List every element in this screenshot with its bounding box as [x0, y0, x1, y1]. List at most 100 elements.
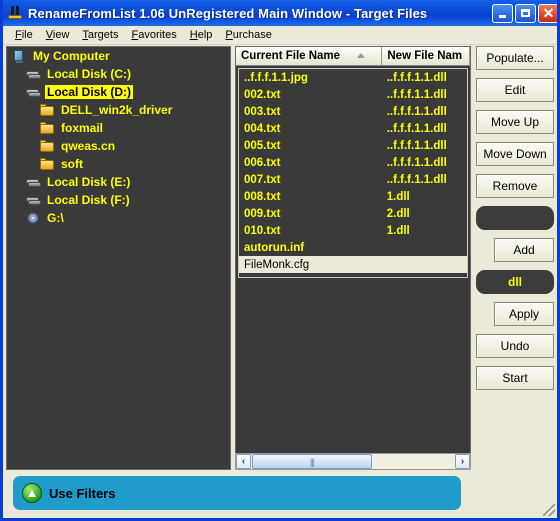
- file-list-row[interactable]: 008.txt 1.dll: [239, 188, 467, 205]
- cell-current-file-name: 006.txt: [244, 156, 281, 169]
- cell-current-file-name: 005.txt: [244, 139, 281, 152]
- column-header-new-file-name[interactable]: New File Nam: [382, 47, 470, 65]
- populate-button[interactable]: Populate...: [476, 46, 554, 70]
- tree-item-label: My Computer: [33, 49, 110, 63]
- file-list-row[interactable]: 002.txt ..f.f.f.1.1.dll: [239, 86, 467, 103]
- sort-ascending-icon: [357, 53, 366, 58]
- cell-new-file-name: 2.dll: [386, 207, 410, 220]
- use-filters-bar[interactable]: Use Filters: [13, 476, 461, 510]
- remove-button[interactable]: Remove: [476, 174, 554, 198]
- move-down-button[interactable]: Move Down: [476, 142, 554, 166]
- start-button[interactable]: Start: [476, 366, 554, 390]
- app-icon: [6, 4, 24, 22]
- tree-item[interactable]: Local Disk (E:): [7, 173, 230, 191]
- menu-label-file: ile: [21, 29, 33, 41]
- file-list-panel[interactable]: Current File Name New File Nam ..f.f.f.1…: [235, 46, 471, 470]
- cell-new-file-name: 1.dll: [386, 224, 410, 237]
- cell-new-file-name: ..f.f.f.1.1.dll: [386, 122, 447, 135]
- folder-tree-panel[interactable]: My Computer Local Disk (C:) Local Disk (D:…: [6, 46, 231, 470]
- file-list-row[interactable]: 006.txt ..f.f.f.1.1.dll: [239, 154, 467, 171]
- tree-item-label: Local Disk (F:): [47, 193, 130, 207]
- cell-new-file-name: ..f.f.f.1.1.dll: [386, 88, 447, 101]
- tree-item[interactable]: Local Disk (C:): [7, 65, 230, 83]
- close-button[interactable]: ✕: [538, 3, 557, 23]
- cell-current-file-name: 003.txt: [244, 105, 281, 118]
- tree-item-label: G:\: [47, 211, 64, 225]
- column-header-current-file-name[interactable]: Current File Name: [236, 47, 383, 65]
- scrollbar-track[interactable]: |||: [251, 454, 455, 469]
- menu-item-view[interactable]: View: [40, 28, 77, 42]
- tree-item[interactable]: Local Disk (D:): [7, 83, 230, 101]
- tree-item[interactable]: DELL_win2k_driver: [7, 101, 230, 119]
- minimize-button[interactable]: [492, 3, 513, 23]
- tree-item-label: Local Disk (D:): [45, 85, 134, 99]
- use-filters-label: Use Filters: [49, 485, 116, 501]
- cell-current-file-name: 004.txt: [244, 122, 281, 135]
- tree-item-label: soft: [61, 157, 83, 171]
- apply-button[interactable]: Apply: [494, 302, 554, 326]
- file-list-row[interactable]: 007.txt ..f.f.f.1.1.dll: [239, 171, 467, 188]
- file-list-row[interactable]: FileMonk.cfg: [239, 256, 467, 273]
- file-list-row[interactable]: 003.txt ..f.f.f.1.1.dll: [239, 103, 467, 120]
- filter-text-input[interactable]: [476, 206, 554, 230]
- menu-item-help[interactable]: Help: [184, 28, 220, 42]
- extension-text-input[interactable]: dll: [476, 270, 554, 294]
- folder-icon: [39, 139, 56, 154]
- cell-new-file-name: ..f.f.f.1.1.dll: [386, 173, 447, 186]
- cell-current-file-name: 010.txt: [244, 224, 281, 237]
- cell-current-file-name: 008.txt: [244, 190, 281, 203]
- folder-icon: [39, 157, 56, 172]
- tree-item-label: foxmail: [61, 121, 104, 135]
- cell-current-file-name: autorun.inf: [244, 241, 305, 254]
- scroll-left-icon[interactable]: ‹: [236, 454, 251, 469]
- undo-button[interactable]: Undo: [476, 334, 554, 358]
- menu-item-purchase[interactable]: Purchase: [219, 28, 278, 42]
- edit-button[interactable]: Edit: [476, 78, 554, 102]
- menu-label-targets: argets: [87, 29, 119, 41]
- disk-icon: [25, 193, 42, 208]
- cell-new-file-name: ..f.f.f.1.1.dll: [386, 156, 447, 169]
- file-list-row[interactable]: 010.txt 1.dll: [239, 222, 467, 239]
- menu-label-help: elp: [197, 29, 213, 41]
- tree-item-label: qweas.cn: [61, 139, 116, 153]
- add-button[interactable]: Add: [494, 238, 554, 262]
- file-list-rows-container[interactable]: ..f.f.f.1.1.jpg ..f.f.f.1.1.dll 002.txt ..f…: [238, 68, 468, 278]
- cell-current-file-name: 007.txt: [244, 173, 281, 186]
- menu-item-targets[interactable]: Targets: [76, 28, 125, 42]
- move-up-button[interactable]: Move Up: [476, 110, 554, 134]
- maximize-button[interactable]: [515, 3, 536, 23]
- scrollbar-thumb[interactable]: |||: [252, 454, 372, 469]
- computer-icon: [11, 49, 28, 64]
- title-bar: RenameFromList 1.06 UnRegistered Main Wi…: [3, 0, 557, 26]
- tree-item-label: DELL_win2k_driver: [61, 103, 173, 117]
- tree-item[interactable]: foxmail: [7, 119, 230, 137]
- menu-item-favorites[interactable]: Favorites: [125, 28, 183, 42]
- cell-current-file-name: 009.txt: [244, 207, 281, 220]
- folder-icon: [39, 121, 56, 136]
- tree-item[interactable]: Local Disk (F:): [7, 191, 230, 209]
- cd-icon: [25, 211, 42, 226]
- menu-item-file[interactable]: File: [9, 28, 40, 42]
- tree-item[interactable]: G:\: [7, 209, 230, 227]
- disk-icon: [25, 85, 42, 100]
- tree-item[interactable]: soft: [7, 155, 230, 173]
- horizontal-scrollbar[interactable]: ‹ ||| ›: [235, 453, 471, 470]
- tree-item[interactable]: qweas.cn: [7, 137, 230, 155]
- menu-bar: File View Targets Favorites Help Purchas…: [3, 26, 557, 45]
- file-list-header: Current File Name New File Nam: [236, 47, 470, 66]
- scroll-right-icon[interactable]: ›: [455, 454, 470, 469]
- cell-new-file-name: ..f.f.f.1.1.dll: [386, 139, 447, 152]
- action-button-column: Populate... Edit Move Up Move Down Remov…: [476, 46, 557, 398]
- file-list-row[interactable]: ..f.f.f.1.1.jpg ..f.f.f.1.1.dll: [239, 69, 467, 86]
- file-list-row[interactable]: 004.txt ..f.f.f.1.1.dll: [239, 120, 467, 137]
- cell-new-file-name: ..f.f.f.1.1.dll: [386, 71, 447, 84]
- file-list-row[interactable]: 005.txt ..f.f.f.1.1.dll: [239, 137, 467, 154]
- file-list-row[interactable]: autorun.inf: [239, 239, 467, 256]
- menu-label-favorites: avorites: [138, 29, 177, 41]
- resize-grip[interactable]: [543, 504, 555, 516]
- disk-icon: [25, 67, 42, 82]
- tree-item[interactable]: My Computer: [7, 47, 230, 65]
- file-list-row[interactable]: 009.txt 2.dll: [239, 205, 467, 222]
- cell-current-file-name: FileMonk.cfg: [244, 258, 310, 271]
- cell-new-file-name: ..f.f.f.1.1.dll: [386, 105, 447, 118]
